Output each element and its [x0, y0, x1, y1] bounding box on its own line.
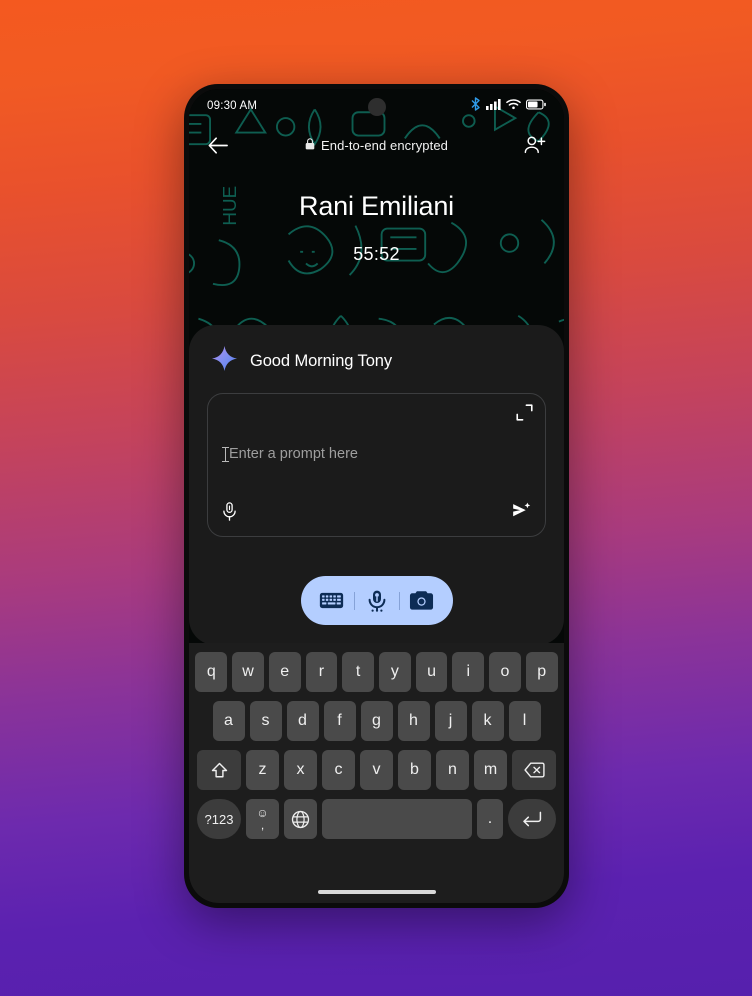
call-info: Rani Emiliani 55:52 [189, 167, 564, 265]
key-p[interactable]: p [525, 652, 558, 692]
encryption-status: End-to-end encrypted [233, 138, 520, 153]
text-cursor-icon [222, 446, 229, 462]
microphone-icon[interactable] [222, 502, 237, 526]
on-screen-keyboard: q w e r t y u i o p a s d f g h j k l z … [189, 643, 564, 903]
gemini-greeting-row: Good Morning Tony [207, 341, 546, 377]
pill-divider-2 [398, 591, 400, 610]
key-v[interactable]: v [360, 750, 393, 790]
cellular-signal-icon [486, 97, 501, 115]
status-clock: 09:30 AM [207, 100, 258, 112]
comma-label: , [260, 818, 265, 832]
shift-icon[interactable] [197, 750, 241, 790]
key-h[interactable]: h [397, 701, 430, 741]
send-sparkle-icon[interactable] [512, 502, 531, 525]
gemini-sparkle-icon [211, 345, 238, 377]
expand-icon[interactable] [516, 404, 533, 426]
key-c[interactable]: c [322, 750, 355, 790]
key-f[interactable]: f [323, 701, 356, 741]
encryption-label: End-to-end encrypted [320, 137, 449, 153]
bluetooth-icon [470, 96, 481, 116]
key-w[interactable]: w [232, 652, 264, 692]
gemini-greeting-text: Good Morning Tony [250, 351, 392, 370]
key-t[interactable]: t [342, 652, 374, 692]
space-key[interactable] [322, 799, 472, 839]
key-s[interactable]: s [249, 701, 282, 741]
key-u[interactable]: u [415, 652, 448, 692]
home-indicator[interactable] [317, 890, 436, 894]
key-l[interactable]: l [508, 701, 541, 741]
call-app-bar: End-to-end encrypted [189, 123, 564, 167]
gemini-assistant-panel: Good Morning Tony Enter a prompt here [189, 325, 564, 645]
keyboard-row-2: a s d f g h j k l [193, 701, 560, 741]
back-button[interactable] [203, 130, 233, 160]
phone-device-frame: HUE 09:30 AM End-to-end encrypted Rani E… [184, 84, 569, 908]
emoji-comma-key[interactable]: ☺ , [246, 799, 279, 839]
prompt-placeholder-row: Enter a prompt here [222, 446, 358, 462]
period-key[interactable]: . [477, 799, 503, 839]
keyboard-row-4: ?123 ☺ , . [193, 799, 560, 839]
keyboard-row-1: q w e r t y u i o p [193, 652, 560, 692]
key-i[interactable]: i [452, 652, 485, 692]
key-m[interactable]: m [474, 750, 507, 790]
key-j[interactable]: j [434, 701, 467, 741]
key-q[interactable]: q [195, 652, 228, 692]
input-mode-pill-wrapper [189, 576, 564, 625]
camera-icon[interactable] [400, 590, 444, 611]
wifi-icon [506, 97, 521, 115]
status-system-icons [470, 96, 546, 116]
contact-name: Rani Emiliani [299, 191, 454, 221]
prompt-input-box[interactable]: Enter a prompt here [207, 393, 546, 537]
key-k[interactable]: k [471, 701, 504, 741]
enter-icon[interactable] [508, 799, 556, 839]
key-n[interactable]: n [436, 750, 469, 790]
person-add-icon[interactable] [520, 130, 550, 160]
key-b[interactable]: b [398, 750, 431, 790]
lock-icon [305, 137, 315, 153]
call-duration: 55:52 [353, 244, 400, 264]
pill-divider-1 [353, 591, 355, 610]
key-e[interactable]: e [268, 652, 301, 692]
key-g[interactable]: g [360, 701, 393, 741]
symbols-key[interactable]: ?123 [197, 799, 241, 839]
phone-screen: HUE 09:30 AM End-to-end encrypted Rani E… [189, 89, 564, 903]
key-o[interactable]: o [489, 652, 521, 692]
prompt-placeholder: Enter a prompt here [229, 446, 358, 462]
key-d[interactable]: d [286, 701, 319, 741]
battery-icon [526, 97, 546, 115]
key-z[interactable]: z [246, 750, 279, 790]
key-r[interactable]: r [305, 652, 338, 692]
microphone-icon[interactable] [355, 589, 399, 613]
globe-icon[interactable] [284, 799, 317, 839]
key-a[interactable]: a [212, 701, 245, 741]
key-y[interactable]: y [379, 652, 411, 692]
backspace-icon[interactable] [512, 750, 556, 790]
key-x[interactable]: x [284, 750, 317, 790]
keyboard-icon[interactable] [310, 591, 354, 610]
input-mode-pill [300, 576, 453, 625]
camera-punch-hole [367, 98, 386, 116]
keyboard-row-3: z x c v b n m [193, 750, 560, 790]
